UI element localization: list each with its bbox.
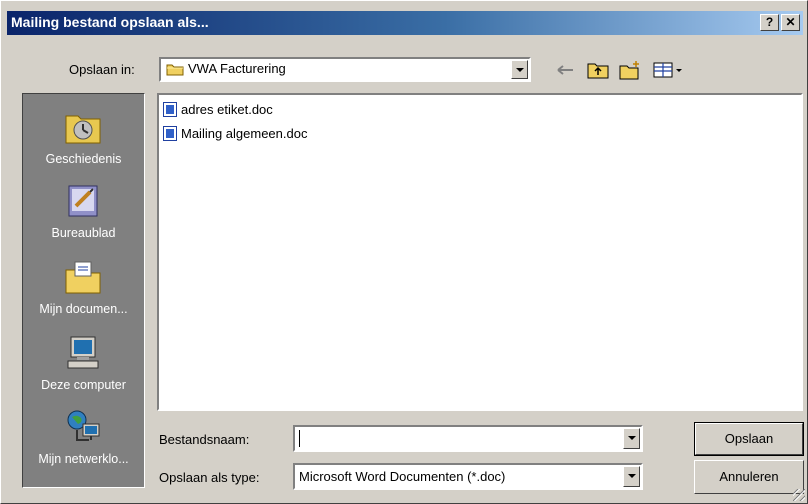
dialog-title: Mailing bestand opslaan als... [11, 14, 209, 30]
my-computer-icon [67, 336, 99, 369]
filetype-dropdown-arrow[interactable] [623, 466, 640, 487]
look-in-dropdown[interactable]: VWA Facturering [159, 57, 531, 82]
places-label: Geschiedenis [45, 152, 122, 166]
views-menu-icon[interactable] [651, 59, 687, 81]
back-arrow-icon[interactable] [554, 59, 578, 81]
places-bar: Geschiedenis Bureaublad Mijn documen... [22, 93, 145, 488]
look-in-value: VWA Facturering [188, 61, 286, 76]
file-name: adres etiket.doc [181, 102, 273, 117]
save-button[interactable]: Opslaan [694, 422, 804, 456]
places-item-desktop[interactable]: Bureaublad [23, 176, 144, 250]
filename-label: Bestandsnaam: [159, 432, 250, 447]
my-documents-icon [65, 261, 101, 294]
close-button[interactable]: ✕ [781, 14, 800, 31]
up-folder-icon[interactable] [586, 59, 610, 81]
places-label: Bureaublad [51, 226, 116, 240]
places-item-network[interactable]: Mijn netwerklo... [23, 402, 144, 476]
save-as-dialog: Mailing bestand opslaan als... ? ✕ Opsla… [0, 0, 808, 504]
network-places-icon [67, 410, 100, 441]
places-label: Mijn netwerklo... [38, 452, 129, 466]
filetype-dropdown[interactable]: Microsoft Word Documenten (*.doc) [293, 463, 643, 490]
places-label: Mijn documen... [39, 302, 128, 316]
look-in-label: Opslaan in: [69, 62, 135, 77]
filename-input[interactable] [293, 425, 643, 452]
new-folder-icon[interactable] [618, 59, 642, 81]
places-label: Deze computer [41, 378, 126, 392]
text-cursor [299, 430, 300, 447]
resize-grip[interactable] [793, 489, 805, 501]
places-item-history[interactable]: Geschiedenis [23, 102, 144, 176]
filetype-label: Opslaan als type: [159, 470, 260, 485]
filetype-value: Microsoft Word Documenten (*.doc) [299, 469, 506, 484]
cancel-button[interactable]: Annuleren [694, 460, 804, 494]
title-bar[interactable]: Mailing bestand opslaan als... ? ✕ [7, 11, 803, 35]
word-doc-icon [163, 126, 177, 141]
help-button[interactable]: ? [760, 14, 779, 31]
file-list[interactable]: adres etiket.doc Mailing algemeen.doc [157, 93, 803, 411]
file-name: Mailing algemeen.doc [181, 126, 308, 141]
places-item-my-documents[interactable]: Mijn documen... [23, 252, 144, 326]
desktop-icon [68, 185, 98, 217]
folder-icon [166, 64, 184, 76]
history-icon [65, 115, 101, 144]
word-doc-icon [163, 102, 177, 117]
look-in-dropdown-arrow[interactable] [511, 60, 528, 79]
filename-dropdown-arrow[interactable] [623, 428, 640, 449]
places-item-my-computer[interactable]: Deze computer [23, 328, 144, 402]
